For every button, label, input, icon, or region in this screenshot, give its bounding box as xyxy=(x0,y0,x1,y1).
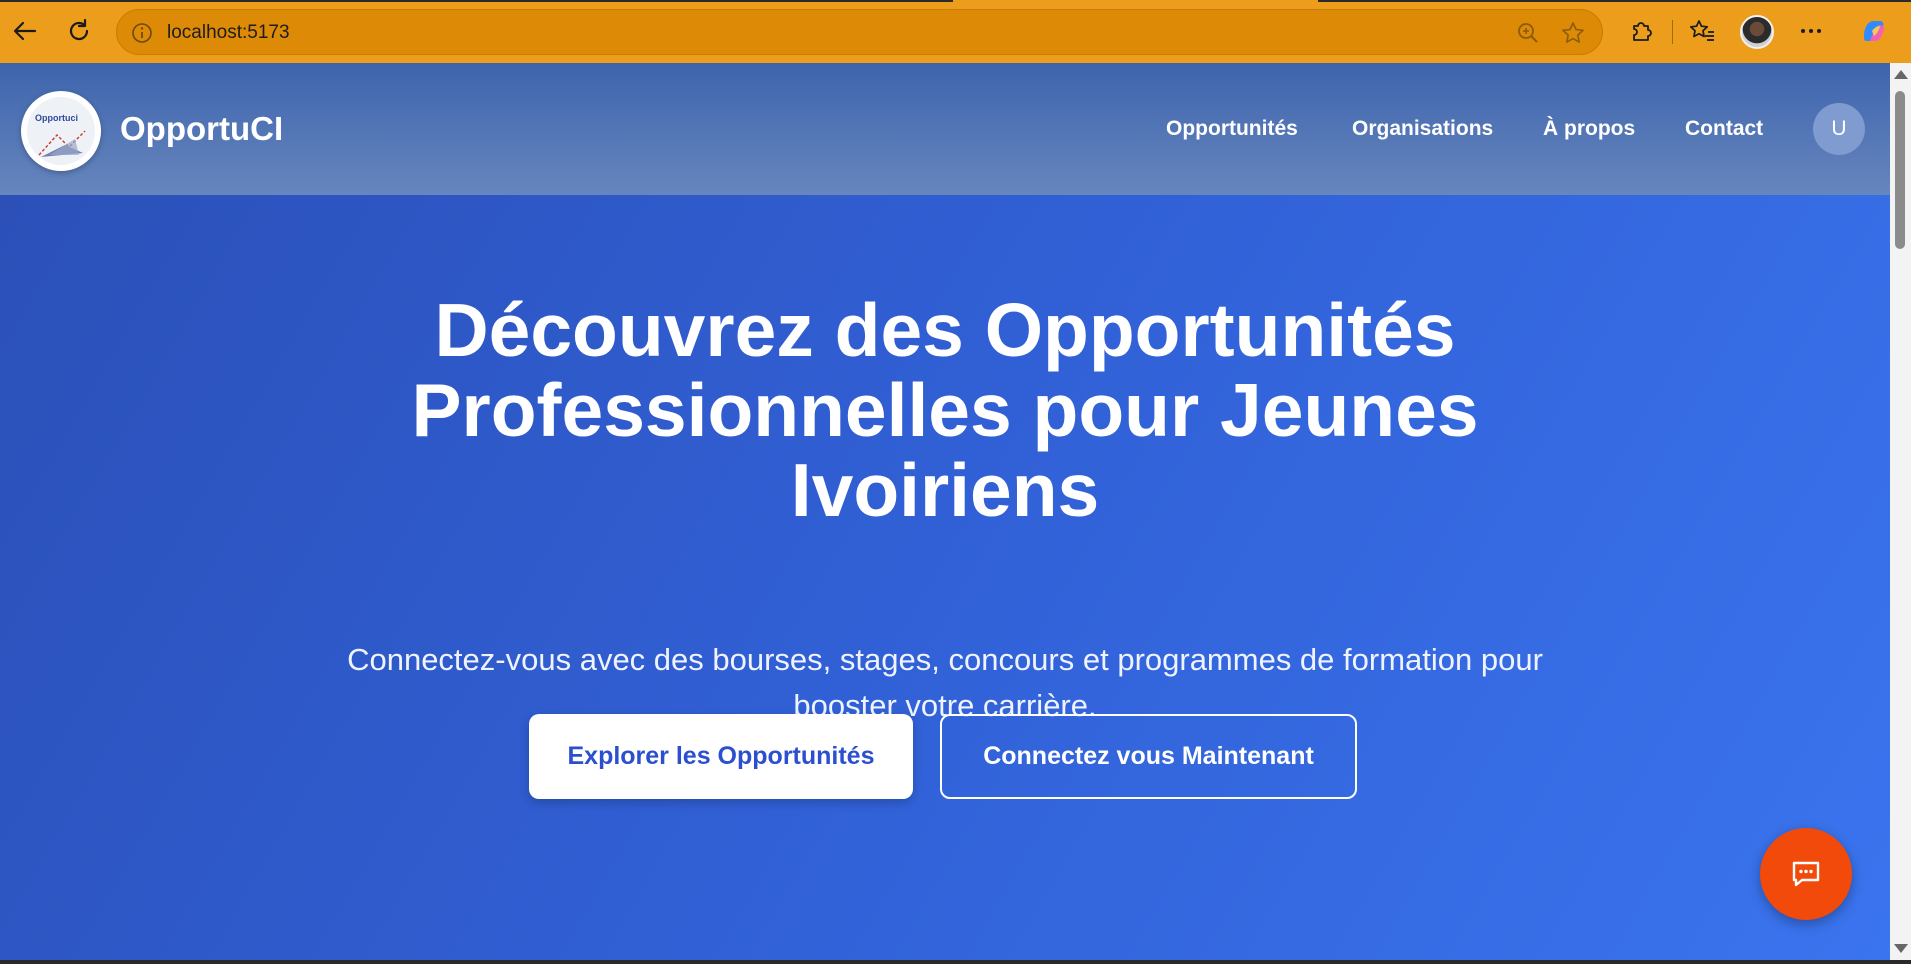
user-avatar[interactable]: U xyxy=(1813,103,1865,155)
logo-image: Opportuci xyxy=(27,97,95,165)
profile-avatar[interactable] xyxy=(1740,15,1774,49)
hero-title-line: Professionnelles pour Jeunes xyxy=(411,368,1479,452)
nav-link-opportunites[interactable]: Opportunités xyxy=(1166,107,1298,151)
back-button[interactable] xyxy=(8,14,42,48)
reload-icon xyxy=(69,18,89,41)
copilot-icon[interactable] xyxy=(1858,15,1890,47)
address-bar[interactable]: localhost:5173 xyxy=(116,9,1603,55)
tab-strip-edge xyxy=(0,0,1911,2)
browser-toolbar: localhost:5173 xyxy=(0,0,1911,63)
hero-title: Découvrez des Opportunités Professionnel… xyxy=(300,290,1590,530)
window-bottom-edge xyxy=(0,960,1911,964)
favorite-star-icon[interactable] xyxy=(1560,20,1586,46)
url-text[interactable]: localhost:5173 xyxy=(167,10,290,56)
nav-link-organisations[interactable]: Organisations xyxy=(1352,107,1493,151)
hero-subtitle-line: Connectez-vous avec des bourses, stages,… xyxy=(347,642,1543,677)
nav-link-contact[interactable]: Contact xyxy=(1685,107,1763,151)
chat-icon xyxy=(1792,861,1820,887)
toolbar-separator xyxy=(1672,20,1673,44)
more-icon[interactable] xyxy=(1795,15,1827,47)
hero-title-line: Découvrez des Opportunités xyxy=(434,288,1456,372)
connect-now-button[interactable]: Connectez vous Maintenant xyxy=(940,714,1357,799)
nav-link-a-propos[interactable]: À propos xyxy=(1543,107,1635,151)
page-viewport: Opportuci OpportuCI Opportunités Organis… xyxy=(0,63,1890,960)
explore-opportunities-button[interactable]: Explorer les Opportunités xyxy=(529,714,913,799)
hero-title-line: Ivoiriens xyxy=(790,448,1100,532)
zoom-icon[interactable] xyxy=(1516,21,1540,45)
scroll-down-arrow[interactable] xyxy=(1894,944,1908,953)
site-logo[interactable]: Opportuci xyxy=(21,91,101,171)
site-info-icon[interactable] xyxy=(131,22,153,44)
scroll-thumb[interactable] xyxy=(1895,91,1905,249)
reload-button[interactable] xyxy=(62,14,96,48)
scroll-up-arrow[interactable] xyxy=(1894,70,1908,79)
site-header: Opportuci OpportuCI Opportunités Organis… xyxy=(0,63,1890,195)
favorites-icon[interactable] xyxy=(1686,15,1718,47)
extensions-icon[interactable] xyxy=(1625,15,1657,47)
back-icon xyxy=(13,21,37,41)
chat-button[interactable] xyxy=(1760,828,1852,920)
logo-text: Opportuci xyxy=(35,113,78,123)
brand-name[interactable]: OpportuCI xyxy=(120,107,283,151)
page-scrollbar[interactable] xyxy=(1890,63,1911,960)
